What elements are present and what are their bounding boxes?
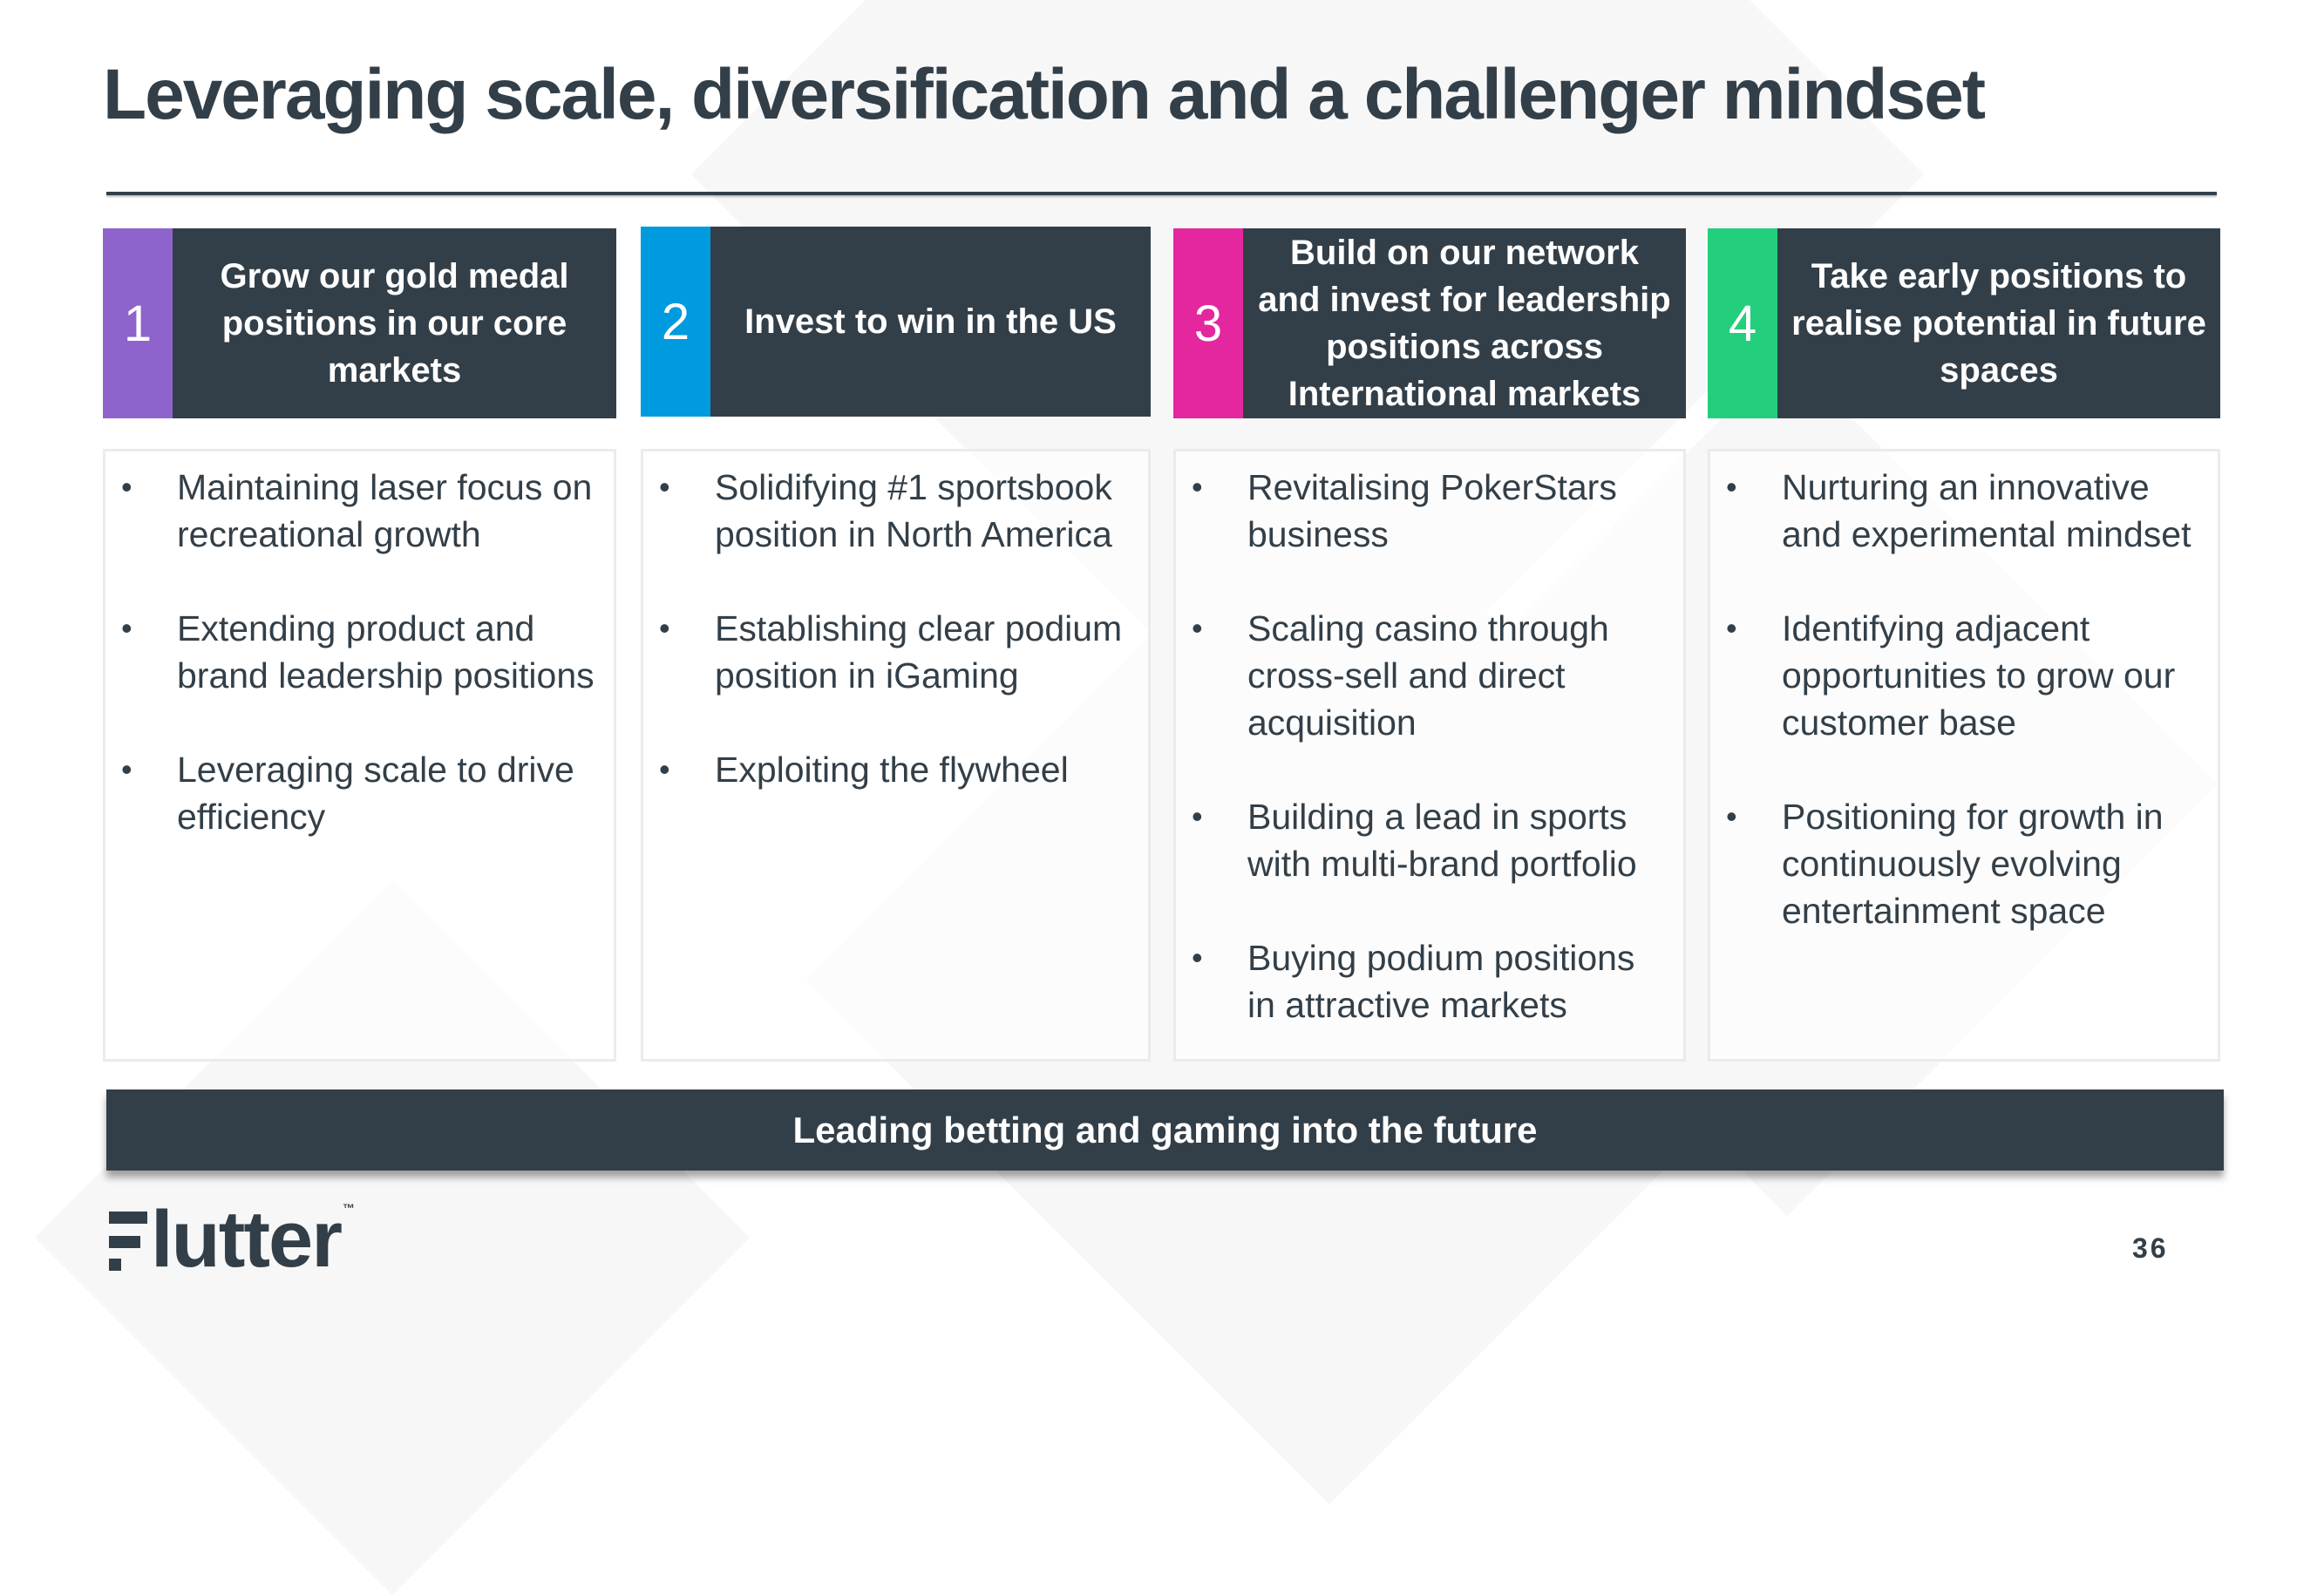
pillar-number-3: 3 — [1173, 228, 1243, 418]
pillar-body-1: • Maintaining laser focus on recreational… — [103, 449, 616, 1062]
list-item: • Positioning for growth in continuously … — [1710, 793, 2205, 934]
flutter-f-logo-icon — [109, 1210, 147, 1271]
bullet-icon: • — [1192, 610, 1203, 646]
footer-banner: Leading betting and gaming into the futu… — [106, 1089, 2224, 1171]
pillar-header-4: 4 Take early positions to realise potent… — [1708, 228, 2220, 418]
pillar-number-4: 4 — [1708, 228, 1777, 418]
bullet-icon: • — [121, 751, 133, 787]
bullet-icon: • — [121, 469, 133, 505]
pillar-header-3: 3 Build on our network and invest for le… — [1173, 228, 1686, 418]
list-item: • Maintaining laser focus on recreational… — [105, 464, 601, 558]
bullet-icon: • — [1192, 940, 1203, 975]
list-item: • Revitalising PokerStars business — [1176, 464, 1671, 558]
bullet-icon: • — [1192, 469, 1203, 505]
pillar-body-4: • Nurturing an innovative and experimenta… — [1708, 449, 2220, 1062]
bullet-icon: • — [659, 751, 670, 787]
bullet-icon: • — [121, 610, 133, 646]
pillar-heading-2: Invest to win in the US — [744, 302, 1117, 341]
pillar-heading-3: Build on our network and invest for lead… — [1258, 234, 1671, 413]
pillar-number-2: 2 — [641, 227, 710, 417]
pillar-body-3: • Revitalising PokerStars business • Scali… — [1173, 449, 1686, 1062]
bullet-icon: • — [1192, 798, 1203, 834]
list-item: • Identifying adjacent opportunities to g… — [1710, 605, 2205, 746]
bullet-icon: • — [1726, 469, 1737, 505]
list-item: • Solidifying #1 sportsbook position in N… — [643, 464, 1136, 558]
pillar-heading-4: Take early positions to realise potentia… — [1791, 257, 2206, 390]
logo-wordmark: lutter — [151, 1195, 343, 1284]
pillar-header-1: 1 Grow our gold medal positions in our c… — [103, 228, 616, 418]
list-item: • Extending product and brand leadership … — [105, 605, 601, 699]
title-divider — [106, 192, 2217, 195]
list-item: • Building a lead in sports with multi-br… — [1176, 793, 1671, 887]
bullet-icon: • — [1726, 798, 1737, 834]
flutter-logo: lutter ™ — [109, 1195, 355, 1284]
bullet-icon: • — [659, 610, 670, 646]
pillar-number-1: 1 — [103, 228, 173, 418]
pillar-header-2: 2 Invest to win in the US — [641, 227, 1151, 417]
pillar-body-2: • Solidifying #1 sportsbook position in N… — [641, 449, 1151, 1062]
trademark-symbol: ™ — [343, 1201, 355, 1215]
list-item: • Buying podium positions in attractive m… — [1176, 934, 1671, 1028]
bullet-icon: • — [1726, 610, 1737, 646]
page-number: 36 — [2132, 1232, 2169, 1264]
page-title: Leveraging scale, diversification and a … — [103, 55, 1986, 134]
list-item: • Exploiting the flywheel — [643, 746, 1136, 793]
list-item: • Scaling casino through cross-sell and d… — [1176, 605, 1671, 746]
pillar-heading-1: Grow our gold medal positions in our cor… — [220, 257, 569, 390]
list-item: • Leveraging scale to drive efficiency — [105, 746, 601, 840]
list-item: • Nurturing an innovative and experimenta… — [1710, 464, 2205, 558]
bullet-icon: • — [659, 469, 670, 505]
list-item: • Establishing clear podium position in i… — [643, 605, 1136, 699]
